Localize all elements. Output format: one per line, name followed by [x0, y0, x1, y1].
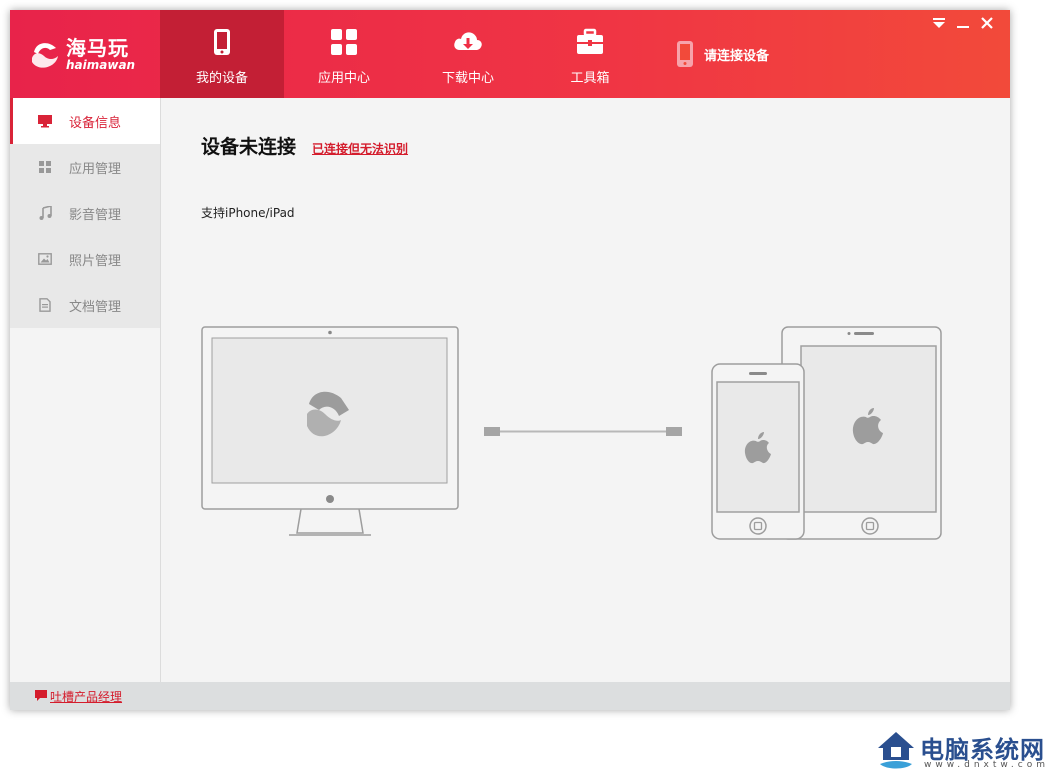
sidebar-item-media-management[interactable]: 影音管理 [10, 190, 160, 236]
sidebar-item-photo-management[interactable]: 照片管理 [10, 236, 160, 282]
sidebar-item-label: 设备信息 [69, 116, 122, 131]
feedback-link[interactable]: 吐槽产品经理 [50, 688, 122, 705]
document-icon [39, 298, 51, 312]
grid-icon [39, 161, 51, 173]
sidebar-item-label: 照片管理 [69, 254, 122, 269]
sidebar-menu: 设备信息 应用管理 影音管理 照片管理 文档管理 [10, 98, 160, 328]
status-bar: 吐槽产品经理 [10, 682, 1010, 710]
app-logo: 海马玩 haimawan [30, 32, 150, 78]
connected-unrecognized-link[interactable]: 已连接但无法识别 [312, 140, 408, 157]
toolbox-icon [577, 28, 603, 54]
phone-icon [677, 41, 693, 67]
close-button[interactable] [976, 14, 998, 34]
iphone-icon [711, 363, 805, 540]
picture-icon [38, 253, 52, 265]
main-panel: 设备未连接 已连接但无法识别 支持iPhone/iPad [161, 98, 1010, 682]
sidebar-item-label: 文档管理 [69, 300, 122, 315]
close-icon [981, 17, 993, 29]
phone-icon [214, 29, 230, 55]
sidebar-item-label: 影音管理 [69, 208, 122, 223]
usb-cable-icon [484, 427, 682, 436]
support-text: 支持iPhone/iPad [201, 206, 295, 220]
menu-button[interactable] [928, 14, 950, 34]
logo-text: 海马玩 [66, 36, 129, 60]
minimize-icon [957, 26, 969, 28]
menu-icon [933, 18, 945, 28]
site-watermark: 电脑系统网 www.dnxtw.com [876, 728, 1056, 774]
top-bar: 海马玩 haimawan 我的设备 应用中心 下载中心 工具箱 请连接设备 [10, 10, 1010, 98]
tab-app-center[interactable]: 应用中心 [282, 10, 406, 98]
tab-label: 工具箱 [570, 71, 610, 86]
tab-my-device[interactable]: 我的设备 [160, 10, 284, 98]
apps-grid-icon [331, 29, 357, 55]
sidebar-item-device-info[interactable]: 设备信息 [10, 98, 160, 144]
music-note-icon [39, 206, 52, 220]
sidebar: 设备信息 应用管理 影音管理 照片管理 文档管理 [10, 98, 161, 682]
seahorse-logo-icon [32, 43, 58, 68]
watermark-url: www.dnxtw.com [924, 760, 1050, 770]
app-window: 海马玩 haimawan 我的设备 应用中心 下载中心 工具箱 请连接设备 设备… [10, 10, 1010, 710]
speech-bubble-icon [35, 690, 47, 701]
sidebar-item-app-management[interactable]: 应用管理 [10, 144, 160, 190]
tab-label: 下载中心 [441, 71, 494, 86]
tab-download-center[interactable]: 下载中心 [406, 10, 530, 98]
connection-illustration [201, 326, 942, 540]
cloud-download-icon [454, 32, 482, 50]
tab-toolbox[interactable]: 工具箱 [528, 10, 652, 98]
sidebar-item-label: 应用管理 [69, 162, 122, 177]
minimize-button[interactable] [952, 14, 974, 34]
sidebar-item-document-management[interactable]: 文档管理 [10, 282, 160, 328]
logo-subtext: haimawan [66, 58, 136, 72]
device-status-label: 请连接设备 [704, 49, 770, 64]
house-logo-icon [878, 732, 914, 769]
monitor-icon [38, 115, 52, 128]
page-title: 设备未连接 [201, 136, 297, 158]
ipad-icon [781, 326, 942, 540]
tab-label: 我的设备 [195, 71, 248, 86]
tab-label: 应用中心 [317, 71, 370, 86]
